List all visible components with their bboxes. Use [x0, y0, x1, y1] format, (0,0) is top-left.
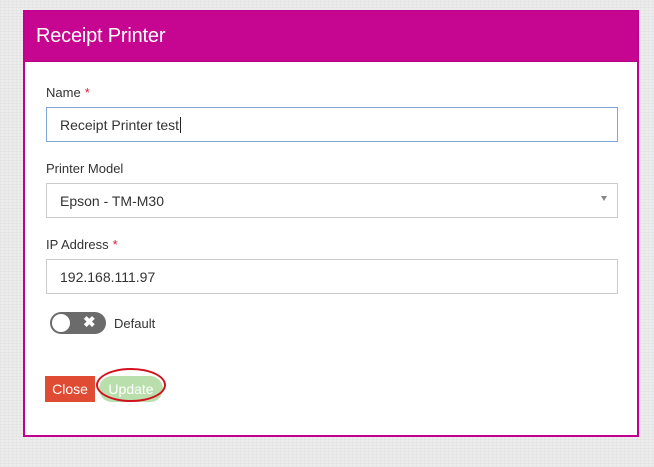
ip-address-label: IP Address * [46, 237, 118, 252]
printer-model-select[interactable]: Epson - TM-M30 [46, 183, 618, 218]
printer-model-label-text: Printer Model [46, 161, 124, 176]
name-input[interactable]: Receipt Printer test [46, 107, 618, 142]
default-toggle[interactable]: ✖ [50, 312, 106, 334]
dialog-header: Receipt Printer [25, 12, 637, 62]
default-toggle-label: Default [114, 316, 156, 331]
toggle-knob [52, 314, 70, 332]
ip-address-value: 192.168.111.97 [60, 268, 156, 285]
required-marker: * [84, 85, 90, 100]
required-marker: * [112, 237, 118, 252]
update-button[interactable]: Update [99, 376, 163, 402]
printer-model-label: Printer Model [46, 161, 123, 176]
text-caret [180, 116, 182, 133]
ip-address-input[interactable]: 192.168.111.97 [46, 259, 618, 294]
name-label-text: Name [46, 85, 81, 100]
printer-model-value: Epson - TM-M30 [60, 192, 164, 209]
dialog-title: Receipt Printer [36, 25, 166, 47]
name-label: Name * [46, 85, 90, 100]
name-input-value: Receipt Printer test [60, 116, 180, 133]
receipt-printer-dialog: Receipt Printer Name * Receipt Printer te… [23, 10, 639, 437]
ip-address-label-text: IP Address [46, 237, 109, 252]
close-button[interactable]: Close [45, 376, 95, 402]
chevron-down-icon [601, 196, 607, 201]
close-icon: ✖ [83, 314, 96, 331]
